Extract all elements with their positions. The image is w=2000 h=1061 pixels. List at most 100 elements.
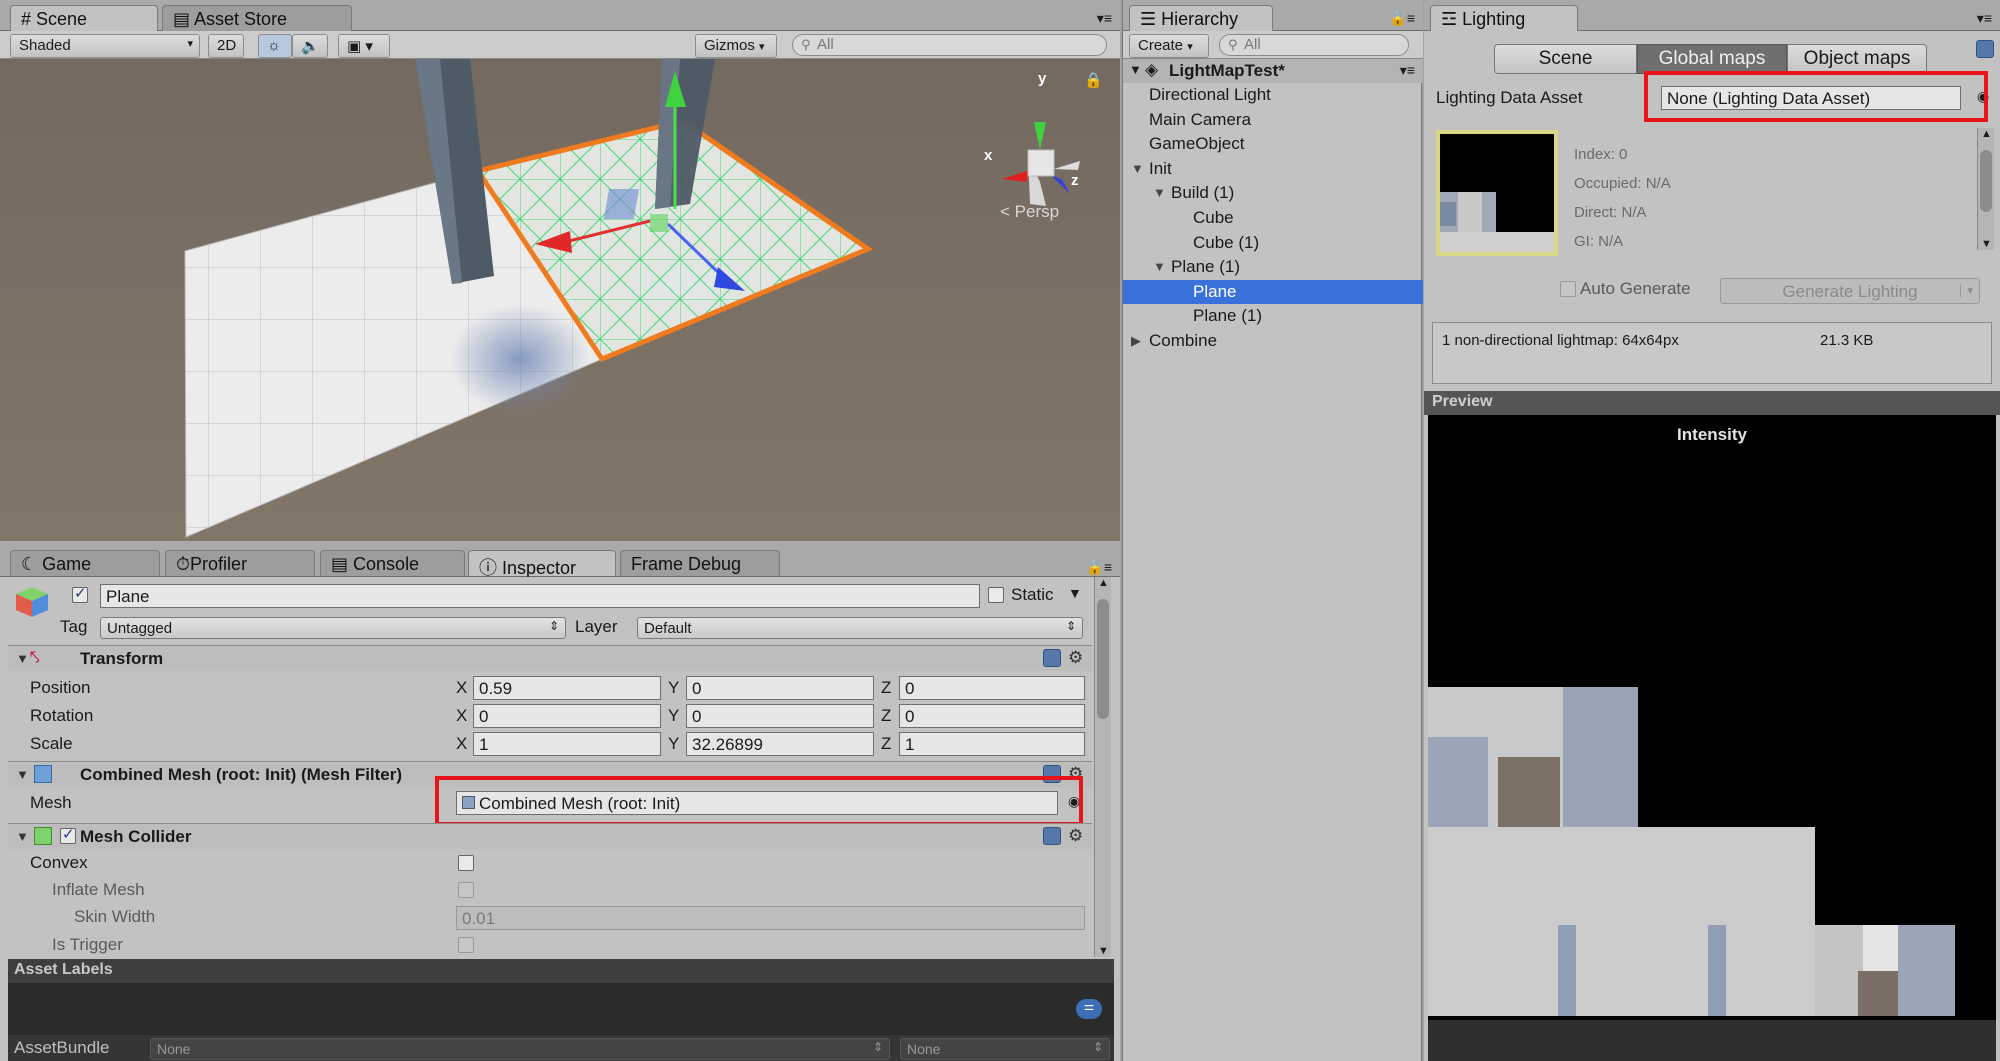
hierarchy-item[interactable]: ▶ Combine — [1123, 329, 1423, 354]
shading-mode-dropdown[interactable]: Shaded ▾ — [10, 34, 200, 58]
gear-icon[interactable]: ⚙ — [1068, 764, 1083, 784]
position-z-field[interactable]: 0 — [899, 676, 1085, 700]
tab-hierarchy[interactable]: ☰ Hierarchy — [1129, 5, 1273, 31]
expand-icon[interactable]: ▼ — [1153, 259, 1166, 274]
scene-audio-toggle[interactable]: 🔈 — [292, 34, 328, 58]
tab-console[interactable]: ▤ Console — [320, 550, 465, 576]
mesh-field[interactable]: Combined Mesh (root: Init) — [456, 791, 1058, 815]
scroll-thumb[interactable] — [1980, 150, 1992, 212]
lightmap-thumbnail[interactable] — [1436, 130, 1558, 256]
layer-dropdown[interactable]: Default ⇕ — [637, 617, 1083, 639]
assetbundle-label: AssetBundle — [14, 1038, 110, 1057]
scene-lighting-toggle[interactable]: ☼ — [258, 34, 292, 58]
gear-icon[interactable]: ⚙ — [1068, 826, 1083, 846]
collapsed-icon[interactable]: ▶ — [1131, 333, 1141, 349]
hierarchy-item[interactable]: Plane — [1123, 279, 1423, 305]
tab-asset-store[interactable]: ▤ Asset Store — [162, 5, 352, 31]
assetbundle-dropdown[interactable]: None ⇕ — [150, 1038, 890, 1060]
hierarchy-search-input[interactable]: ⚲ All — [1219, 34, 1409, 56]
scale-y-field[interactable]: 32.26899 — [686, 732, 874, 756]
lighting-mode-tab-object-maps[interactable]: Object maps — [1787, 44, 1927, 74]
convex-checkbox[interactable] — [458, 855, 474, 871]
help-icon[interactable] — [1043, 827, 1061, 845]
hierarchy-item[interactable]: Main Camera — [1123, 108, 1423, 133]
hierarchy-item[interactable]: Cube (1) — [1123, 231, 1423, 256]
hierarchy-item[interactable]: GameObject — [1123, 132, 1423, 157]
gear-icon[interactable]: ⚙ — [1068, 648, 1083, 668]
rotation-y-field[interactable]: 0 — [686, 704, 874, 728]
scene-tabbar: # Scene ▤ Asset Store ▾≡ — [0, 0, 1120, 31]
lighting-mode-tab-global-maps[interactable]: Global maps — [1637, 44, 1787, 74]
hierarchy-item[interactable]: ▼ Plane (1) — [1123, 255, 1423, 280]
hierarchy-item[interactable]: Plane (1) — [1123, 304, 1423, 329]
static-checkbox[interactable] — [988, 587, 1004, 603]
scroll-up-icon[interactable]: ▲ — [1981, 128, 1992, 140]
lightmap-scrollbar[interactable]: ▲ ▼ — [1977, 128, 1994, 250]
tab-lighting[interactable]: ☲ Lighting — [1430, 5, 1578, 31]
inspector-scrollbar[interactable]: ▲ ▼ — [1094, 577, 1111, 957]
active-checkbox[interactable] — [72, 584, 88, 603]
mesh-collider-icon — [34, 827, 52, 845]
hierarchy-item[interactable]: ▼ Init — [1123, 157, 1423, 182]
mode-2d-button[interactable]: 2D — [208, 34, 244, 58]
scene-root-row[interactable]: ▼ ◈ LightMapTest* ▾≡ — [1123, 59, 1423, 83]
transform-header[interactable]: ▼ ⤣ Transform ⚙ — [8, 645, 1092, 671]
expand-icon[interactable]: ▼ — [1131, 161, 1144, 176]
rotation-z-field[interactable]: 0 — [899, 704, 1085, 728]
static-dropdown-arrow[interactable]: ▼ — [1068, 585, 1082, 601]
position-y-field[interactable]: 0 — [686, 676, 874, 700]
auto-generate-checkbox[interactable] — [1560, 281, 1576, 297]
tab-game[interactable]: ☾ Game — [10, 550, 160, 576]
scene-search-input[interactable]: ⚲ All — [792, 34, 1107, 56]
panel-menu-icon[interactable]: 🔒≡ — [1389, 10, 1415, 27]
scroll-down-icon[interactable]: ▼ — [1098, 945, 1109, 957]
tab-inspector[interactable]: ⓘ Inspector — [468, 550, 616, 578]
scroll-thumb[interactable] — [1097, 599, 1109, 719]
gizmos-dropdown[interactable]: Gizmos ▾ — [695, 34, 777, 58]
tab-frame-debug[interactable]: Frame Debug — [620, 550, 780, 576]
create-dropdown[interactable]: Create ▾ — [1129, 34, 1209, 58]
object-picker-icon[interactable]: ◉ — [1977, 88, 1989, 105]
assetbundle-variant-dropdown[interactable]: None ⇕ — [900, 1038, 1110, 1060]
hierarchy-item[interactable]: Directional Light — [1123, 83, 1423, 108]
hierarchy-tabbar: ☰ Hierarchy 🔒≡ — [1123, 0, 1423, 31]
mesh-collider-header[interactable]: ▼ Mesh Collider ⚙ — [8, 823, 1092, 849]
help-icon[interactable] — [1043, 649, 1061, 667]
scene-viewport[interactable]: y x z < Persp 🔒 — [0, 59, 1120, 541]
scene-menu-icon[interactable]: ▾≡ — [1400, 62, 1415, 79]
hierarchy-item[interactable]: Cube — [1123, 206, 1423, 231]
scene-effects-dropdown[interactable]: ▣ ▾ — [338, 34, 390, 58]
inflate-mesh-checkbox[interactable] — [458, 882, 474, 898]
expand-icon[interactable]: ▼ — [1153, 185, 1166, 200]
panel-menu-icon[interactable]: ▾≡ — [1097, 10, 1112, 27]
scale-z-field[interactable]: 1 — [899, 732, 1085, 756]
scroll-down-icon[interactable]: ▼ — [1981, 238, 1992, 250]
collider-enabled-checkbox[interactable] — [60, 825, 76, 844]
lighting-data-asset-field[interactable]: None (Lighting Data Asset) — [1661, 86, 1961, 110]
object-name-field[interactable]: Plane — [100, 584, 980, 608]
help-icon[interactable] — [1976, 40, 1994, 58]
panel-menu-icon[interactable]: ▾≡ — [1977, 10, 1992, 27]
lighting-mode-tab-scene[interactable]: Scene — [1494, 44, 1637, 74]
scroll-up-icon[interactable]: ▲ — [1098, 577, 1109, 589]
help-icon[interactable] — [1043, 765, 1061, 783]
mesh-filter-header[interactable]: ▼ Combined Mesh (root: Init) (Mesh Filte… — [8, 761, 1092, 787]
sun-icon: ☼ — [267, 37, 281, 54]
axis-x-label: X — [456, 706, 468, 725]
tab-profiler[interactable]: ⏱Profiler — [165, 550, 315, 576]
gizmo-z-label: z — [1071, 172, 1079, 189]
skin-width-field[interactable]: 0.01 — [456, 906, 1085, 930]
hierarchy-item[interactable]: ▼ Build (1) — [1123, 181, 1423, 206]
tab-scene[interactable]: # Scene — [10, 5, 158, 31]
is-trigger-checkbox[interactable] — [458, 937, 474, 953]
generate-lighting-button[interactable]: Generate Lighting ▾ — [1720, 278, 1980, 304]
expand-icon[interactable]: ▼ — [1129, 62, 1142, 77]
rotation-x-field[interactable]: 0 — [473, 704, 661, 728]
tag-dropdown[interactable]: Untagged ⇕ — [100, 617, 566, 639]
position-x-field[interactable]: 0.59 — [473, 676, 661, 700]
lighting-panel: ☲ Lighting ▾≡ Scene Global maps Object m… — [1424, 0, 2000, 1061]
scale-x-field[interactable]: 1 — [473, 732, 661, 756]
object-picker-icon[interactable]: ◉ — [1068, 793, 1080, 810]
panel-menu-icon[interactable]: 🔒≡ — [1086, 559, 1112, 576]
tag-icon[interactable]: ⚌ — [1076, 999, 1102, 1019]
